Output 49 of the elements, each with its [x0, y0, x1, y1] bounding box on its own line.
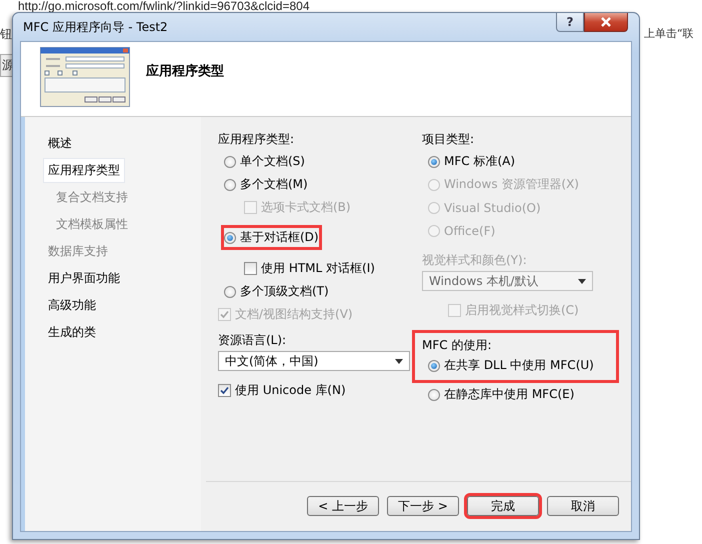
help-button[interactable]: ? [556, 13, 584, 32]
option-label: 文档/视图结构支持(V) [235, 306, 353, 323]
sidebar-item[interactable]: 用户界面功能 [43, 266, 125, 291]
sidebar-item[interactable]: 高级功能 [43, 293, 101, 318]
checkbox[interactable] [218, 384, 231, 397]
option-label: 在静态库中使用 MFC(E) [444, 386, 574, 403]
option-label: MFC 标准(A) [444, 153, 516, 170]
wizard-button[interactable]: < 上一步 [307, 496, 379, 516]
address-text: http://go.microsoft.com/fwlink/?linkid=96703&clcid=804 [18, 0, 310, 12]
wizard-button[interactable]: 完成 [467, 496, 539, 516]
sidebar-item[interactable]: 应用程序类型 [43, 158, 125, 183]
caret-icon [578, 278, 586, 284]
sidebar-item[interactable]: 概述 [43, 131, 77, 156]
option-label: Office(F) [444, 224, 496, 238]
language-dropdown[interactable]: 中文(简体，中国) [218, 351, 410, 371]
radio-button[interactable] [428, 360, 440, 372]
radio-button[interactable] [428, 156, 440, 168]
option-label: 启用视觉样式切换(C) [465, 302, 579, 319]
radio-button[interactable] [224, 232, 236, 244]
group-label: MFC 的使用: [422, 337, 492, 353]
option-label: 单个文档(S) [240, 153, 305, 170]
caret-icon [395, 358, 403, 364]
radio-button[interactable] [224, 156, 236, 168]
close-icon [600, 17, 612, 27]
page-title: 应用程序类型 [146, 62, 224, 80]
option-label: Visual Studio(O) [444, 200, 541, 214]
option-label: 多个文档(M) [240, 176, 308, 193]
wizard-button[interactable]: 下一步 > [387, 496, 459, 516]
sidebar-item[interactable]: 生成的类 [43, 320, 101, 345]
option-label: 选项卡式文档(B) [261, 199, 351, 216]
checkbox[interactable] [244, 262, 257, 275]
field-label: 视觉样式和颜色(Y): [422, 252, 528, 268]
group-label: 项目类型: [422, 131, 476, 147]
field-label: 资源语言(L): [218, 332, 288, 348]
background-text: 上单击“联 [644, 26, 694, 41]
window-title: MFC 应用程序向导 - Test2 [22, 18, 168, 36]
wizard-button[interactable]: 取消 [547, 496, 619, 516]
group-label: 应用程序类型: [218, 131, 296, 147]
option-label: 使用 HTML 对话框(I) [261, 260, 375, 277]
radio-button[interactable] [224, 286, 236, 298]
radio-button[interactable] [224, 178, 236, 190]
option-label: 使用 Unicode 库(N) [235, 382, 346, 399]
option-label: 基于对话框(D) [240, 229, 319, 246]
option-label: 多个顶级文档(T) [240, 283, 329, 300]
background-text: 钮 [0, 26, 12, 43]
close-button[interactable] [584, 13, 628, 32]
radio-button[interactable] [428, 388, 440, 400]
option-label: Windows 资源管理器(X) [444, 176, 579, 193]
option-label: 在共享 DLL 中使用 MFC(U) [444, 357, 594, 374]
